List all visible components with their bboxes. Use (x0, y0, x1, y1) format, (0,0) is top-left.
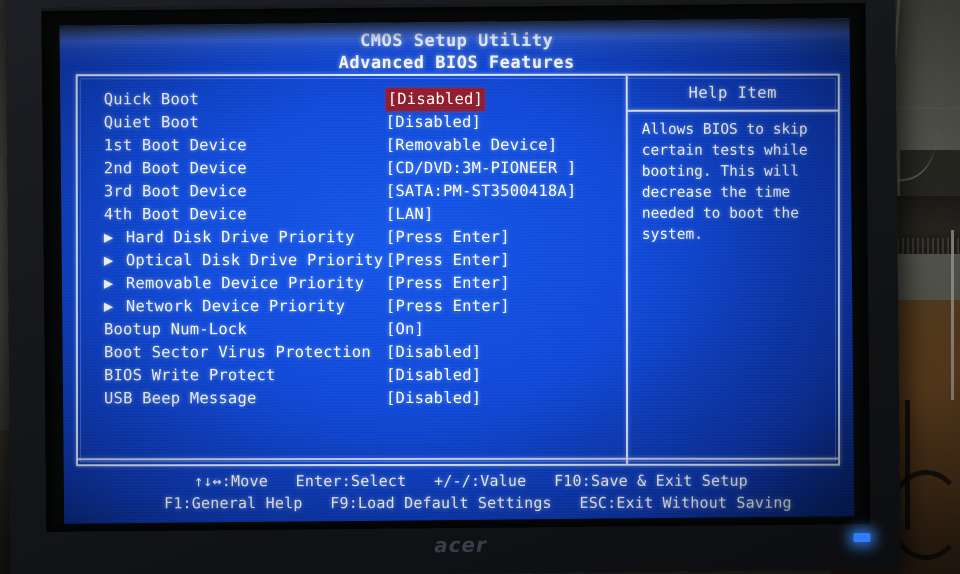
monitor-bezel: CMOS Setup Utility Advanced BIOS Feature… (5, 0, 901, 574)
page-title: CMOS Setup Utility Advanced BIOS Feature… (62, 30, 852, 76)
submenu-arrow-icon: ▶ (103, 251, 114, 270)
setting-label-text: Hard Disk Drive Priority (125, 228, 355, 247)
setting-value[interactable]: [On] (386, 318, 424, 341)
setting-row[interactable]: 2nd Boot Device [CD/DVD:3M-PIONEER ] (104, 157, 624, 180)
submenu-arrow-icon: ▶ (103, 297, 114, 316)
submenu-arrow-icon: ▶ (103, 228, 114, 247)
setting-value[interactable]: [Press Enter] (386, 249, 510, 272)
help-panel-rule (627, 109, 838, 112)
setting-row[interactable]: ▶ Optical Disk Drive Priority [Press Enter… (104, 249, 624, 272)
settings-list: Quick Boot [Disabled] Quiet Boot [Disabled]… (103, 87, 624, 410)
setting-value[interactable]: [Disabled] (386, 364, 481, 387)
setting-label: 1st Boot Device (103, 136, 247, 155)
setting-label: ▶ Optical Disk Drive Priority (103, 249, 383, 272)
setting-row[interactable]: Boot Sector Virus Protection [Disabled] (104, 341, 624, 364)
setting-value[interactable]: [LAN] (386, 203, 434, 226)
setting-label: USB Beep Message (103, 389, 257, 408)
bios-content: CMOS Setup Utility Advanced BIOS Feature… (62, 22, 852, 521)
help-panel: Help Item Allows BIOS to skip certain te… (627, 76, 838, 464)
footer-line-2: F1:General Help F9:Load Default Settings… (164, 493, 792, 513)
setting-value[interactable]: [Disabled] (386, 341, 481, 364)
main-frame: Quick Boot [Disabled] Quiet Boot [Disabled]… (75, 73, 841, 467)
setting-row[interactable]: ▶ Hard Disk Drive Priority [Press Enter] (104, 226, 624, 249)
setting-label: 4th Boot Device (103, 205, 247, 224)
setting-label-text: Optical Disk Drive Priority (125, 251, 384, 270)
setting-value[interactable]: [Removable Device] (386, 134, 558, 157)
setting-row[interactable]: Bootup Num-Lock [On] (104, 318, 624, 341)
setting-value[interactable]: [SATA:PM-ST3500418A] (386, 180, 577, 203)
setting-value[interactable]: [Press Enter] (386, 272, 510, 295)
setting-label: Quick Boot (103, 90, 200, 109)
setting-label: ▶ Hard Disk Drive Priority (104, 226, 376, 249)
setting-row[interactable]: ▶ Removable Device Priority [Press Enter] (104, 272, 624, 295)
setting-label: BIOS Write Protect (103, 366, 276, 385)
submenu-arrow-icon: ▶ (103, 274, 114, 293)
photo-scene: CMOS Setup Utility Advanced BIOS Feature… (0, 0, 960, 574)
setting-row[interactable]: 1st Boot Device [Removable Device] (104, 134, 624, 157)
help-panel-title: Help Item (688, 83, 777, 102)
setting-label: 3rd Boot Device (103, 182, 247, 201)
setting-value[interactable]: [Press Enter] (386, 226, 510, 249)
setting-value[interactable]: [Disabled] (386, 111, 481, 134)
setting-label: Quiet Boot (103, 113, 200, 132)
power-led-indicator (853, 533, 871, 543)
footer-line-1: ↑↓↔:Move Enter:Select +/-/:Value F10:Sav… (194, 471, 748, 491)
setting-row[interactable]: 3rd Boot Device [SATA:PM-ST3500418A] (104, 180, 624, 203)
setting-label-text: Removable Device Priority (125, 274, 365, 293)
setting-value[interactable]: [Disabled] (386, 387, 481, 410)
setting-row[interactable]: Quiet Boot [Disabled] (104, 111, 624, 134)
bios-screen: CMOS Setup Utility Advanced BIOS Feature… (59, 18, 855, 524)
setting-label: 2nd Boot Device (103, 159, 247, 178)
setting-label: Bootup Num-Lock (103, 320, 247, 339)
setting-label-text: Network Device Priority (125, 297, 346, 316)
setting-row[interactable]: Quick Boot [Disabled] (103, 87, 624, 112)
footer-keys: ↑↓↔:Move Enter:Select +/-/:Value F10:Sav… (76, 457, 839, 515)
title-secondary: Advanced BIOS Features (338, 53, 575, 74)
setting-label: ▶ Removable Device Priority (104, 272, 376, 295)
setting-row[interactable]: 4th Boot Device [LAN] (104, 203, 624, 226)
setting-value[interactable]: [Press Enter] (386, 295, 510, 318)
title-primary: CMOS Setup Utility (360, 30, 554, 52)
setting-label: Boot Sector Virus Protection (103, 343, 371, 362)
setting-value[interactable]: [CD/DVD:3M-PIONEER ] (386, 157, 577, 180)
brand-logo: acer (434, 532, 488, 558)
setting-value-selected[interactable]: [Disabled] (385, 87, 486, 112)
setting-row[interactable]: ▶ Network Device Priority [Press Enter] (104, 295, 624, 318)
setting-row[interactable]: USB Beep Message [Disabled] (104, 387, 624, 410)
help-panel-text: Allows BIOS to skip certain tests while … (641, 121, 808, 243)
setting-row[interactable]: BIOS Write Protect [Disabled] (104, 364, 624, 387)
setting-label: ▶ Network Device Priority (104, 295, 376, 318)
